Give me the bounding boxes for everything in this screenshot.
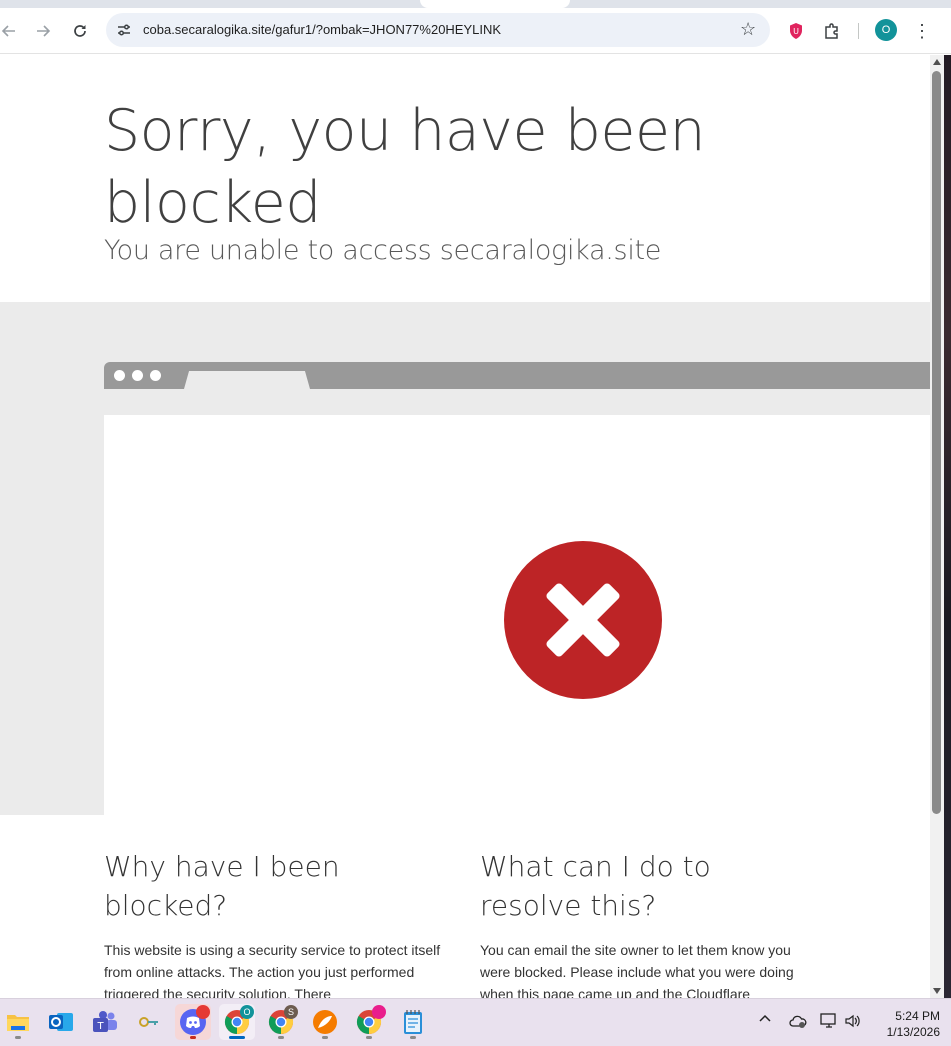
error-x-circle-icon: [504, 541, 662, 699]
cloud-icon[interactable]: [789, 1014, 807, 1028]
scroll-up-arrow-icon[interactable]: [933, 59, 941, 65]
tab-strip: [0, 0, 951, 8]
taskbar-sail-app[interactable]: [307, 1004, 343, 1040]
profile-avatar[interactable]: O: [875, 19, 897, 41]
taskbar-teams[interactable]: T: [87, 1004, 123, 1040]
toolbar-separator: [858, 23, 859, 39]
taskbar-outlook[interactable]: [43, 1004, 79, 1040]
mock-window-dot: [150, 370, 161, 381]
profile-badge: O: [240, 1005, 254, 1019]
taskbar-file-explorer[interactable]: [0, 1004, 36, 1040]
mock-browser-page: [104, 415, 930, 815]
scroll-thumb[interactable]: [932, 71, 941, 814]
key-app-icon: [139, 1017, 158, 1027]
system-clock[interactable]: 5:24 PM 1/13/2026: [870, 1008, 940, 1040]
more-vert-icon[interactable]: ⋮: [912, 19, 932, 43]
taskbar-chrome-profile-s[interactable]: S: [263, 1004, 299, 1040]
profile-badge: [372, 1005, 386, 1019]
taskbar-discord[interactable]: [175, 1004, 211, 1040]
active-tab-edge[interactable]: [420, 0, 570, 8]
clock-date: 1/13/2026: [886, 1025, 940, 1039]
mock-window-dot: [114, 370, 125, 381]
running-indicator: [278, 1036, 284, 1039]
tune-icon[interactable]: [115, 21, 133, 39]
windows-taskbar: T O S 5:24 PM 1/13/2026: [0, 998, 951, 1046]
extensions-button[interactable]: [821, 20, 843, 42]
back-button[interactable]: [0, 18, 22, 44]
teams-icon: T: [93, 1011, 117, 1032]
why-blocked-text: This website is using a security service…: [104, 942, 441, 998]
taskbar-notepad[interactable]: [395, 1004, 431, 1040]
chevron-up-icon[interactable]: [759, 1013, 771, 1025]
browser-toolbar: coba.secaralogika.site/gafur1/?ombak=JHO…: [0, 8, 951, 54]
address-bar[interactable]: coba.secaralogika.site/gafur1/?ombak=JHO…: [106, 13, 770, 47]
svg-text:T: T: [96, 1021, 104, 1032]
running-indicator: [322, 1036, 328, 1039]
taskbar-key-app[interactable]: [131, 1004, 167, 1040]
page-viewport: Sorry, you have been blocked You are una…: [0, 55, 930, 998]
reload-button[interactable]: [67, 18, 93, 44]
taskbar-chrome-profile-3[interactable]: [351, 1004, 387, 1040]
resolve-text: You can email the site owner to let them…: [480, 942, 794, 998]
file-explorer-icon: [7, 1015, 29, 1031]
desktop-background: [944, 55, 951, 998]
volume-icon[interactable]: [844, 1013, 862, 1029]
back-arrow-icon: [1, 25, 15, 37]
scroll-down-arrow-icon[interactable]: [933, 988, 941, 994]
ublock-extension-button[interactable]: U: [785, 20, 807, 42]
mock-browser-toolbar: [104, 389, 930, 415]
mock-browser-tab: [184, 371, 310, 389]
why-blocked-heading: Why have I been blocked?: [104, 850, 340, 922]
page-subtitle: You are unable to access secaralogika.si…: [104, 235, 662, 266]
resolve-heading: What can I do to resolve this?: [480, 850, 711, 922]
forward-arrow-icon: [37, 25, 51, 37]
running-indicator: [366, 1036, 372, 1039]
mock-browser-bar: [104, 362, 930, 389]
app-sail-icon: [313, 1010, 337, 1034]
ublock-shield-icon: U: [790, 23, 802, 39]
notepad-icon: [404, 1010, 422, 1034]
running-indicator: [15, 1036, 21, 1039]
page-title: Sorry, you have been blocked: [104, 98, 706, 236]
outlook-icon: [49, 1013, 73, 1031]
puzzle-icon: [825, 23, 838, 39]
star-icon[interactable]: ☆: [740, 20, 758, 38]
active-window-indicator: [229, 1036, 245, 1039]
taskbar-chrome-profile-o[interactable]: O: [219, 1004, 255, 1040]
profile-badge: S: [284, 1005, 298, 1019]
running-indicator: [190, 1036, 196, 1039]
svg-text:U: U: [793, 27, 799, 36]
forward-button[interactable]: [30, 18, 56, 44]
notification-badge: [196, 1005, 210, 1019]
clock-time: 5:24 PM: [895, 1009, 940, 1023]
running-indicator: [410, 1036, 416, 1039]
url-text[interactable]: coba.secaralogika.site/gafur1/?ombak=JHO…: [143, 22, 501, 37]
mock-window-dot: [132, 370, 143, 381]
network-icon[interactable]: [820, 1013, 838, 1029]
reload-icon: [74, 25, 86, 37]
vertical-scrollbar[interactable]: [930, 55, 944, 998]
